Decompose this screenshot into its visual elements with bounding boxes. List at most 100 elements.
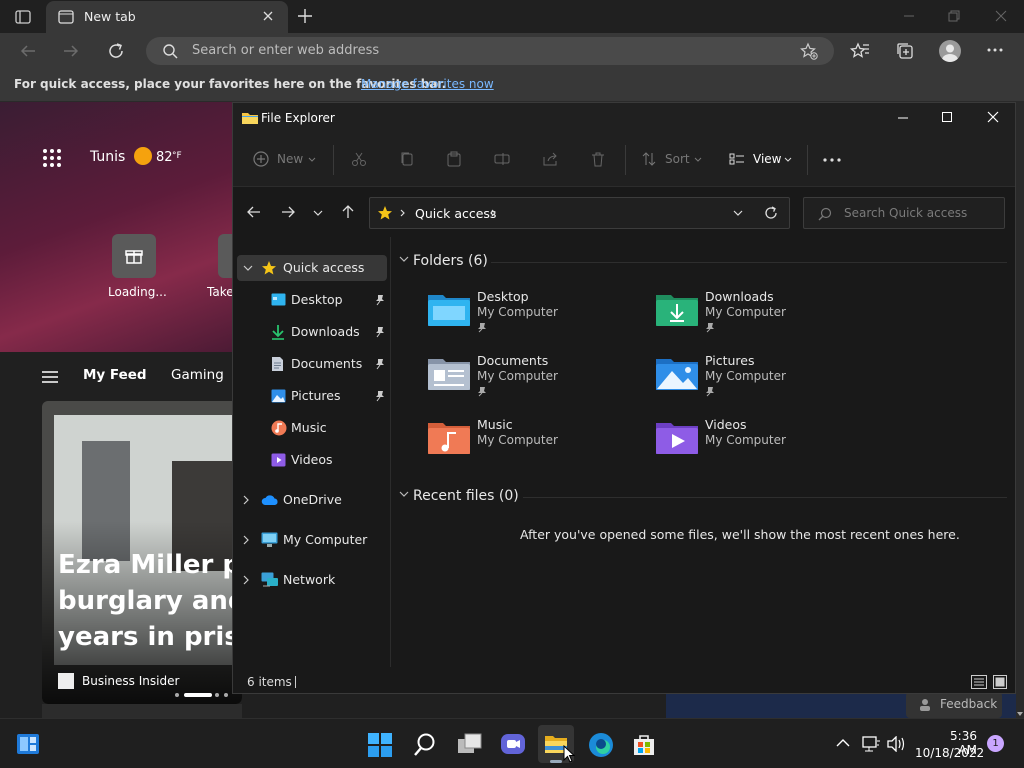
show-hidden-icons[interactable] (836, 739, 850, 747)
forward-icon[interactable] (62, 42, 80, 60)
nav-forward-icon[interactable] (281, 206, 295, 218)
recent-empty-message: After you've opened some files, we'll sh… (520, 527, 960, 542)
recent-files-header[interactable]: Recent files (0) (413, 488, 519, 504)
feed-tab-my-feed[interactable]: My Feed (83, 367, 147, 383)
more-options-icon[interactable] (986, 43, 1004, 57)
browser-tab[interactable]: New tab (46, 1, 288, 33)
sort-button-label[interactable]: Sort (665, 152, 690, 166)
explorer-refresh-icon[interactable] (764, 206, 778, 220)
browser-minimize-icon[interactable] (903, 10, 915, 22)
sidebar-item-downloads[interactable]: Downloads (237, 319, 387, 345)
explorer-minimize-icon[interactable] (897, 112, 909, 124)
tiles-view-icon[interactable] (993, 675, 1007, 689)
explorer-maximize-icon[interactable] (941, 111, 953, 123)
delete-icon[interactable] (590, 151, 606, 167)
add-favorite-icon[interactable] (800, 42, 818, 60)
rename-icon[interactable] (494, 151, 510, 167)
feed-tab-gaming[interactable]: Gaming (171, 367, 224, 383)
news-card[interactable]: Ezra Miller ple burglary and years in pr… (42, 401, 242, 704)
feedback-button[interactable]: Feedback (906, 692, 1002, 718)
quick-link-tile[interactable] (112, 234, 156, 278)
sidebar-item-quick-access[interactable]: Quick access (237, 255, 387, 281)
page-scrollbar[interactable] (1016, 102, 1024, 718)
sidebar-item-documents[interactable]: Documents (237, 351, 387, 377)
paste-icon[interactable] (446, 151, 462, 167)
sidebar-label: Network (283, 572, 336, 587)
store-icon[interactable] (632, 733, 656, 757)
see-more-icon[interactable] (823, 157, 841, 163)
folder-tile-pictures[interactable]: Pictures My Computer (655, 353, 855, 405)
folder-tile-videos[interactable]: Videos My Computer (655, 417, 855, 469)
widgets-icon[interactable] (16, 733, 40, 755)
expand-chevron-icon[interactable] (243, 575, 249, 585)
expand-chevron-icon[interactable] (243, 535, 249, 545)
search-quick-access-field[interactable]: Search Quick access (803, 197, 1005, 229)
network-status-icon[interactable] (862, 736, 880, 752)
music-folder-icon (427, 419, 471, 455)
explorer-close-icon[interactable] (987, 111, 999, 123)
refresh-icon[interactable] (107, 42, 125, 60)
nav-back-icon[interactable] (247, 206, 261, 218)
search-icon[interactable] (414, 733, 436, 757)
search-icon (818, 207, 832, 221)
expand-chevron-icon[interactable] (243, 265, 253, 271)
carousel-dots[interactable] (174, 692, 230, 698)
collections-icon[interactable] (895, 41, 915, 61)
tile-label-take: Take (207, 285, 232, 299)
apps-launcher-icon[interactable] (42, 148, 62, 168)
menu-icon[interactable] (41, 370, 59, 384)
folder-tile-documents[interactable]: Documents My Computer (427, 353, 627, 405)
new-tab-button[interactable] (296, 7, 314, 25)
cut-icon[interactable] (351, 151, 367, 167)
manage-favorites-link[interactable]: Manage favorites now (361, 77, 494, 91)
new-chevron-icon (308, 157, 316, 163)
sidebar-item-pictures[interactable]: Pictures (237, 383, 387, 409)
sidebar-item-network[interactable]: Network (237, 567, 387, 593)
breadcrumb-chevron-icon[interactable] (491, 209, 497, 217)
sidebar-item-my-computer[interactable]: My Computer (237, 527, 387, 553)
videos-icon (271, 453, 286, 467)
view-icon (729, 153, 745, 165)
details-view-icon[interactable] (971, 675, 987, 689)
tab-actions-icon[interactable] (14, 8, 32, 26)
view-button-label[interactable]: View (753, 152, 781, 166)
weather-city[interactable]: Tunis (90, 149, 125, 165)
document-icon (271, 356, 284, 372)
folders-header[interactable]: Folders (6) (413, 253, 488, 269)
task-view-icon[interactable] (457, 733, 483, 755)
folder-tile-downloads[interactable]: Downloads My Computer (655, 289, 855, 341)
profile-avatar[interactable] (939, 40, 961, 62)
expand-chevron-icon[interactable] (243, 495, 249, 505)
share-icon[interactable] (542, 151, 558, 167)
folder-tile-music[interactable]: Music My Computer (427, 417, 627, 469)
quick-link-tile-2[interactable] (218, 234, 232, 278)
browser-close-icon[interactable] (995, 10, 1007, 22)
favorites-icon[interactable] (850, 41, 870, 61)
sidebar-item-videos[interactable]: Videos (237, 447, 387, 473)
address-bar[interactable]: Search or enter web address (146, 37, 834, 65)
breadcrumb-quick-access[interactable]: Quick access (415, 206, 496, 221)
back-icon[interactable] (19, 42, 37, 60)
address-history-icon[interactable] (733, 210, 743, 216)
chat-icon[interactable] (500, 733, 526, 757)
sidebar-item-onedrive[interactable]: OneDrive (237, 487, 387, 513)
sidebar-item-desktop[interactable]: Desktop (237, 287, 387, 313)
copy-icon[interactable] (399, 151, 415, 167)
notification-badge[interactable]: 1 (987, 735, 1004, 752)
tile-label-loading: Loading... (108, 285, 167, 299)
folders-collapse-icon[interactable] (399, 256, 409, 262)
recent-locations-icon[interactable] (313, 210, 323, 216)
clock-date[interactable]: 10/18/2022 (915, 746, 984, 760)
recent-collapse-icon[interactable] (399, 491, 409, 497)
browser-restore-icon[interactable] (948, 10, 960, 22)
start-icon[interactable] (368, 733, 392, 757)
new-button-label[interactable]: New (277, 152, 303, 166)
edge-icon[interactable] (588, 732, 614, 758)
nav-up-icon[interactable] (342, 205, 354, 219)
folder-tile-desktop[interactable]: Desktop My Computer (427, 289, 627, 341)
close-tab-icon[interactable] (262, 10, 274, 22)
sidebar-label: Documents (291, 356, 363, 371)
address-breadcrumb-bar[interactable]: Quick access (369, 197, 790, 229)
sidebar-item-music[interactable]: Music (237, 415, 387, 441)
volume-icon[interactable] (886, 736, 906, 752)
